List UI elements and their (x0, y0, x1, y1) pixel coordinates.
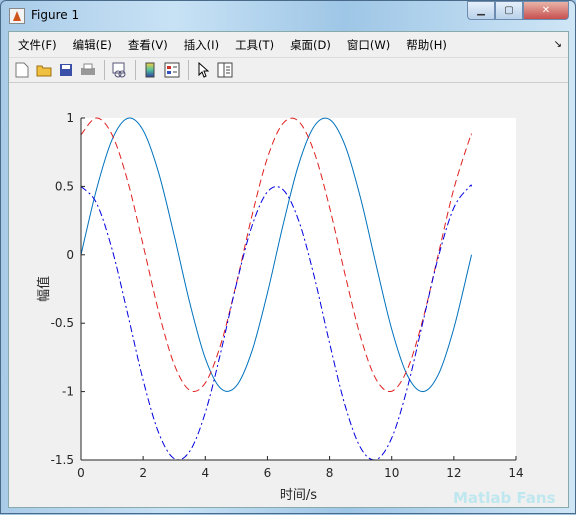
x-tick-label: 6 (264, 466, 272, 480)
x-tick-label: 8 (326, 466, 334, 480)
y-tick-label: 0.5 (55, 179, 74, 193)
x-tick-label: 14 (508, 466, 523, 480)
x-axis-label: 时间/s (280, 488, 317, 503)
figure-window: Figure 1 ▁ ▢ ✕ 文件(F) 编辑(E) 查看(V) 插入(I) 工… (0, 0, 576, 514)
y-tick-label: 0 (66, 248, 74, 262)
x-tick-label: 2 (139, 466, 147, 480)
x-tick-label: 0 (77, 466, 85, 480)
y-tick-label: -0.5 (51, 316, 74, 330)
watermark: Matlab Fans (453, 489, 556, 507)
x-tick-label: 12 (446, 466, 461, 480)
plot-area (81, 118, 516, 460)
x-tick-label: 4 (201, 466, 209, 480)
y-axis-label: 幅值 (36, 276, 52, 302)
y-tick-label: -1 (62, 385, 74, 399)
x-tick-label: 10 (384, 466, 399, 480)
y-tick-label: -1.5 (51, 453, 74, 467)
y-tick-label: 1 (66, 111, 74, 125)
plot-axes[interactable]: 0 2 4 6 8 10 12 14 1 0.5 0 -0.5 -1 -1.5 时间/s 幅值 (1, 1, 576, 515)
